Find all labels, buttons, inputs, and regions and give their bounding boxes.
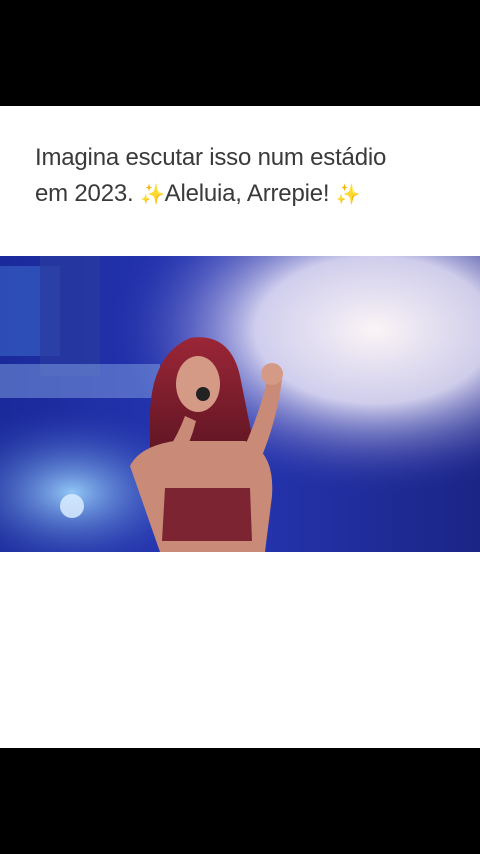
stage-light: [60, 494, 84, 518]
bottom-letterbox: [0, 748, 480, 854]
microphone-icon: [196, 387, 210, 401]
sparkles-icon: ✨: [335, 182, 361, 206]
singer-fist: [261, 363, 283, 385]
concert-photo-illustration: [0, 256, 480, 552]
stage-figure: [40, 256, 100, 376]
top-letterbox: [0, 0, 480, 106]
caption-line-2-start: em 2023.: [35, 180, 134, 207]
concert-photo[interactable]: [0, 256, 480, 552]
stage-platform: [0, 364, 160, 398]
caption-line-2-mid: Aleluia, Arrepie!: [164, 180, 330, 207]
app-frame: Imagina escutar isso num estádio em 2023…: [0, 0, 480, 854]
post-caption: Imagina escutar isso num estádio em 2023…: [35, 140, 455, 212]
singer-face: [176, 356, 220, 412]
caption-line-1: Imagina escutar isso num estádio: [35, 144, 387, 171]
singer-top: [162, 488, 252, 541]
sparkles-icon: ✨: [139, 182, 165, 206]
